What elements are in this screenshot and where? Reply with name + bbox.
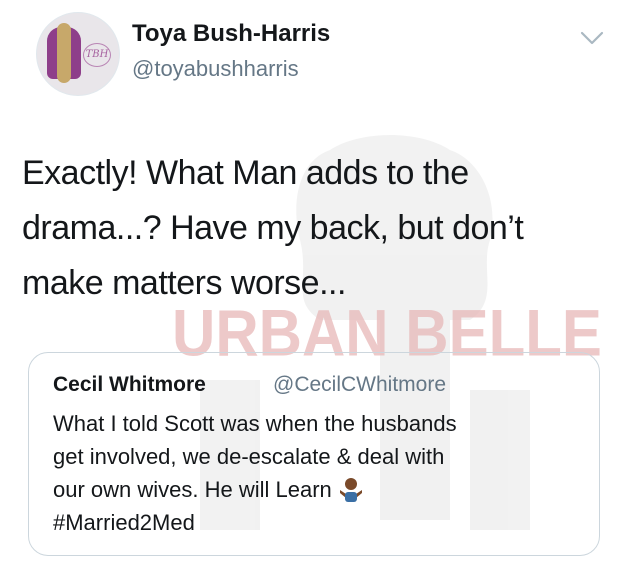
quoted-text-line: our own wives. He will Learn [53, 473, 583, 506]
avatar-logo: TBH [83, 43, 111, 67]
quoted-tweet-text: What I told Scott was when the husbands … [53, 407, 583, 539]
quoted-text-segment: our own wives. He will Learn [53, 477, 332, 502]
author-display-name[interactable]: Toya Bush-Harris [132, 20, 330, 48]
tweet-text-line: drama...? Have my back, but don’t [22, 209, 524, 247]
chevron-down-icon[interactable] [578, 28, 606, 48]
avatar-figure [57, 23, 71, 83]
quoted-text-line: What I told Scott was when the husbands [53, 411, 457, 436]
tweet-text: Exactly! What Man adds to the drama...? … [22, 146, 602, 311]
person-shrugging-emoji [339, 478, 362, 502]
quoted-handle: @CecilCWhitmore [273, 373, 447, 396]
author-handle[interactable]: @toyabushharris [132, 56, 299, 82]
quoted-display-name: Cecil Whitmore [53, 373, 206, 396]
tweet-text-line: make matters worse... [22, 264, 346, 302]
author-avatar[interactable]: TBH [36, 12, 120, 96]
hashtag[interactable]: #Married2Med [53, 506, 583, 539]
quoted-text-line: get involved, we de-escalate & deal with [53, 444, 445, 469]
quoted-tweet-card[interactable]: Cecil Whitmore @CecilCWhitmore What I to… [28, 352, 600, 556]
tweet-text-line: Exactly! What Man adds to the [22, 154, 469, 192]
